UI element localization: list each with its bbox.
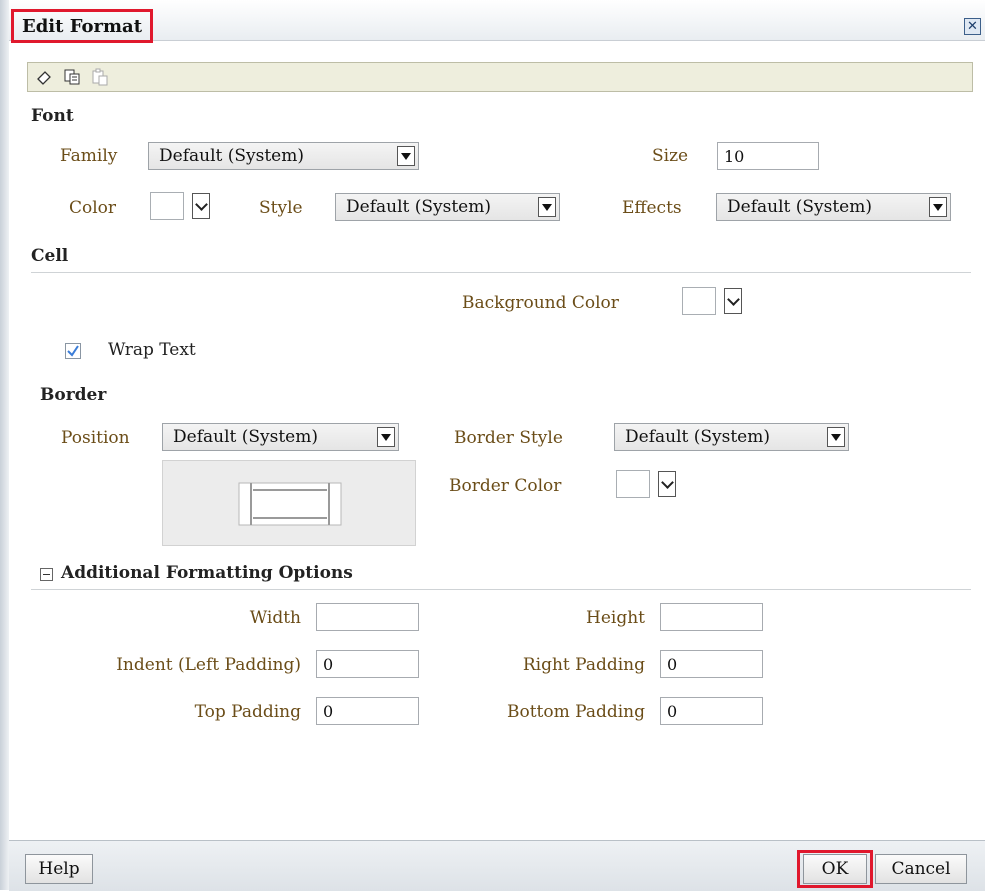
height-label: Height bbox=[586, 608, 645, 628]
border-position-select[interactable]: Default (System) bbox=[162, 423, 399, 451]
chevron-down-icon[interactable] bbox=[192, 193, 210, 219]
height-input[interactable] bbox=[660, 603, 763, 631]
background-color-label: Background Color bbox=[462, 293, 619, 313]
help-button[interactable]: Help bbox=[25, 854, 93, 884]
cancel-button[interactable]: Cancel bbox=[875, 854, 967, 884]
width-label: Width bbox=[249, 608, 301, 628]
right-padding-label: Right Padding bbox=[522, 655, 645, 675]
indent-input[interactable] bbox=[316, 650, 419, 678]
font-family-label: Family bbox=[60, 146, 118, 166]
font-size-input[interactable] bbox=[717, 142, 819, 170]
font-effects-label: Effects bbox=[622, 198, 682, 218]
border-color-swatch[interactable] bbox=[616, 470, 650, 498]
border-style-select[interactable]: Default (System) bbox=[614, 423, 849, 451]
ok-button[interactable]: OK bbox=[803, 854, 867, 884]
wrap-text-label: Wrap Text bbox=[108, 340, 196, 360]
paste-icon[interactable] bbox=[90, 67, 110, 87]
eraser-icon[interactable] bbox=[34, 67, 54, 87]
bottom-padding-input[interactable] bbox=[660, 697, 763, 725]
font-family-select[interactable]: Default (System) bbox=[148, 142, 419, 170]
font-style-value: Default (System) bbox=[346, 197, 491, 217]
font-effects-select[interactable]: Default (System) bbox=[716, 193, 951, 221]
additional-options-title[interactable]: Additional Formatting Options bbox=[61, 563, 353, 583]
font-color-swatch[interactable] bbox=[150, 192, 184, 220]
chevron-down-icon bbox=[377, 427, 395, 447]
cell-section-title: Cell bbox=[31, 246, 69, 266]
border-position-value: Default (System) bbox=[173, 427, 318, 447]
font-style-label: Style bbox=[259, 198, 303, 218]
border-preview[interactable] bbox=[162, 460, 416, 546]
font-section-title: Font bbox=[31, 106, 74, 126]
edit-format-dialog: Edit Format ✕ Font Family Default (Syste… bbox=[9, 0, 985, 891]
border-style-value: Default (System) bbox=[625, 427, 770, 447]
wrap-text-checkbox[interactable] bbox=[65, 343, 81, 359]
bottom-padding-label: Bottom Padding bbox=[507, 702, 645, 722]
chevron-down-icon bbox=[538, 197, 556, 217]
chevron-down-icon bbox=[397, 146, 415, 166]
dialog-title: Edit Format bbox=[22, 15, 143, 37]
font-style-select[interactable]: Default (System) bbox=[335, 193, 560, 221]
checkmark-icon bbox=[67, 345, 79, 357]
dialog-titlebar: Edit Format ✕ bbox=[9, 0, 985, 43]
chevron-down-icon bbox=[827, 427, 845, 447]
right-padding-input[interactable] bbox=[660, 650, 763, 678]
border-position-label: Position bbox=[61, 428, 130, 448]
border-color-label: Border Color bbox=[449, 476, 562, 496]
chevron-down-icon bbox=[929, 197, 947, 217]
section-divider bbox=[31, 589, 971, 590]
background-color-swatch[interactable] bbox=[682, 287, 716, 315]
font-effects-value: Default (System) bbox=[727, 197, 872, 217]
border-position-diagram bbox=[238, 482, 342, 526]
collapse-icon[interactable] bbox=[40, 568, 53, 581]
copy-icon[interactable] bbox=[62, 67, 82, 87]
format-toolbar bbox=[27, 62, 973, 92]
chevron-down-icon[interactable] bbox=[724, 288, 742, 314]
font-size-label: Size bbox=[652, 146, 689, 166]
title-highlight: Edit Format bbox=[11, 9, 154, 43]
font-family-value: Default (System) bbox=[159, 146, 304, 166]
width-input[interactable] bbox=[316, 603, 419, 631]
border-section-title: Border bbox=[40, 385, 107, 405]
top-padding-input[interactable] bbox=[316, 697, 419, 725]
indent-label: Indent (Left Padding) bbox=[116, 655, 301, 675]
font-color-label: Color bbox=[69, 198, 117, 218]
border-style-label: Border Style bbox=[454, 428, 563, 448]
chevron-down-icon[interactable] bbox=[658, 471, 676, 497]
close-icon[interactable]: ✕ bbox=[964, 18, 981, 35]
top-padding-label: Top Padding bbox=[194, 702, 301, 722]
section-divider bbox=[31, 272, 971, 273]
